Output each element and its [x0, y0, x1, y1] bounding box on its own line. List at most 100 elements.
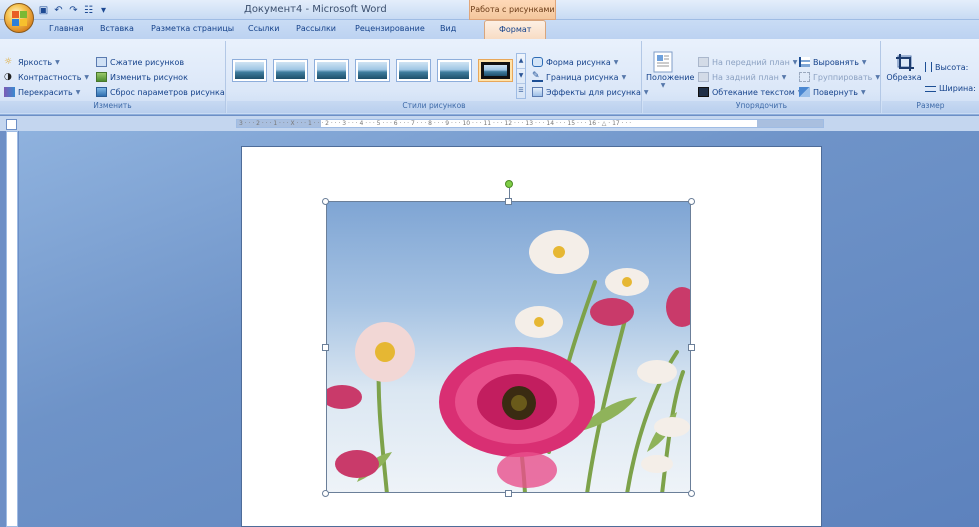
rotate-button[interactable]: Повернуть ▼	[799, 87, 866, 97]
reset-picture-button[interactable]: Сброс параметров рисунка	[96, 87, 225, 97]
save-icon[interactable]: ▣	[38, 5, 49, 16]
gallery-down-icon[interactable]: ▼	[517, 69, 525, 84]
position-label: Положение	[646, 73, 695, 82]
picture-tools-context-label: Работа с рисунками	[469, 0, 556, 20]
tab-view[interactable]: Вид	[440, 24, 456, 33]
group-objects-button[interactable]: Группировать ▼	[799, 72, 880, 82]
customize-qat-icon[interactable]: ▾	[98, 5, 109, 16]
tab-references[interactable]: Ссылки	[248, 24, 279, 33]
picture-border-label: Граница рисунка	[546, 72, 619, 82]
rotation-handle[interactable]	[505, 180, 513, 188]
picture-style-3[interactable]	[314, 59, 349, 82]
width-label: Ширина:	[939, 84, 976, 93]
resize-handle-top[interactable]	[505, 198, 512, 205]
picture-shape-button[interactable]: Форма рисунка ▼	[532, 57, 618, 67]
recolor-label: Перекрасить	[18, 87, 73, 97]
height-field[interactable]: Высота:	[925, 62, 968, 72]
recolor-icon	[4, 87, 15, 97]
group-picture-styles-label: Стили рисунков	[227, 101, 641, 113]
change-picture-icon	[96, 72, 107, 82]
align-button[interactable]: Выровнять ▼	[799, 57, 867, 67]
crop-label: Обрезка	[886, 73, 922, 82]
resize-handle-right[interactable]	[688, 344, 695, 351]
picture-style-5[interactable]	[396, 59, 431, 82]
contrast-icon: ◑	[4, 72, 12, 82]
undo-icon[interactable]: ↶	[53, 5, 64, 16]
rotate-label: Повернуть	[813, 87, 858, 97]
reset-picture-label: Сброс параметров рисунка	[110, 87, 225, 97]
compress-label: Сжатие рисунков	[110, 57, 185, 67]
flowers-illustration	[327, 230, 690, 492]
office-logo-icon	[12, 11, 27, 26]
title-bar: ▣ ↶ ↷ ☷ ▾ Документ4 - Microsoft Word Раб…	[0, 0, 979, 33]
picture-style-1[interactable]	[232, 59, 267, 82]
brightness-button[interactable]: ☼ Яркость ▼	[4, 57, 60, 67]
change-picture-button[interactable]: Изменить рисунок	[96, 72, 188, 82]
picture-style-6[interactable]	[437, 59, 472, 82]
crop-icon	[896, 54, 914, 71]
tab-selector-button[interactable]	[6, 119, 17, 130]
bring-to-front-button[interactable]: На передний план ▼	[698, 57, 797, 67]
resize-handle-left[interactable]	[322, 344, 329, 351]
gallery-up-icon[interactable]: ▲	[517, 54, 525, 69]
picture-style-7[interactable]	[478, 59, 513, 82]
horizontal-ruler[interactable]: 3 · · · 2 · · · 1 · · · X · · · 1 · · · …	[236, 119, 824, 128]
quick-access-toolbar: ▣ ↶ ↷ ☷ ▾	[38, 3, 109, 18]
position-icon	[653, 51, 673, 73]
picture-shape-icon	[532, 57, 543, 67]
position-button[interactable]: Положение ▼	[646, 51, 694, 99]
picture-style-2[interactable]	[273, 59, 308, 82]
text-wrapping-button[interactable]: Обтекание текстом▼	[698, 87, 802, 97]
change-picture-label: Изменить рисунок	[110, 72, 188, 82]
group-size-label: Размер	[882, 101, 979, 113]
ribbon-tabs: Главная Вставка Разметка страницы Ссылки…	[0, 20, 979, 39]
text-wrap-label: Обтекание текстом	[712, 87, 795, 97]
picture-style-4[interactable]	[355, 59, 390, 82]
send-back-label: На задний план	[712, 72, 779, 82]
picture-border-button[interactable]: ✎ Граница рисунка ▼	[532, 72, 626, 82]
contrast-label: Контрастность	[18, 72, 82, 82]
width-icon	[925, 85, 936, 92]
send-to-back-button[interactable]: На задний план ▼	[698, 72, 786, 82]
tab-page-layout[interactable]: Разметка страницы	[151, 24, 234, 33]
sun-icon: ☼	[4, 57, 13, 67]
bring-front-label: На передний план	[712, 57, 790, 67]
tab-format[interactable]: Формат	[484, 20, 547, 39]
reset-picture-icon	[96, 87, 107, 97]
compress-pictures-button[interactable]: Сжатие рисунков	[96, 57, 184, 67]
resize-handle-bottom[interactable]	[505, 490, 512, 497]
group-picture-styles: ▲ ▼ ☰ Форма рисунка ▼ ✎ Граница рисунка ▼ …	[227, 41, 649, 113]
resize-handle-top-right[interactable]	[688, 198, 695, 205]
picture-shape-label: Форма рисунка	[546, 57, 611, 67]
group-arrange-label: Упорядочить	[643, 101, 880, 113]
vertical-ruler[interactable]	[6, 131, 18, 527]
tab-review[interactable]: Рецензирование	[355, 24, 425, 33]
table-icon[interactable]: ☷	[83, 5, 94, 16]
tab-home[interactable]: Главная	[49, 24, 84, 33]
gallery-more-icon[interactable]: ☰	[517, 84, 525, 99]
ribbon: ☼ Яркость ▼ ◑ Контрастность ▼ Перекрасить ▼…	[0, 39, 979, 115]
flower-picture[interactable]	[326, 201, 691, 493]
ruler-bar: 3 · · · 2 · · · 1 · · · X · · · 1 · · · …	[0, 116, 979, 131]
window-title: Документ4 - Microsoft Word	[244, 4, 387, 15]
picture-effects-button[interactable]: Эффекты для рисунка ▼	[532, 87, 649, 97]
tab-mailings[interactable]: Рассылки	[296, 24, 336, 33]
height-label: Высота:	[935, 62, 969, 72]
group-arrange: Положение ▼ На передний план ▼ На задний …	[643, 41, 881, 113]
resize-handle-bottom-left[interactable]	[322, 490, 329, 497]
resize-handle-bottom-right[interactable]	[688, 490, 695, 497]
contrast-button[interactable]: ◑ Контрастность ▼	[4, 72, 89, 82]
text-wrap-icon	[698, 87, 709, 97]
tab-insert[interactable]: Вставка	[100, 24, 134, 33]
align-label: Выровнять	[813, 57, 859, 67]
group-icon	[799, 72, 810, 82]
send-back-icon	[698, 72, 709, 82]
styles-gallery-scroll[interactable]: ▲ ▼ ☰	[516, 53, 526, 99]
group-size: Обрезка Высота: Ширина: Размер	[882, 41, 979, 113]
width-field[interactable]: Ширина:	[925, 84, 976, 93]
recolor-button[interactable]: Перекрасить ▼	[4, 87, 80, 97]
resize-handle-top-left[interactable]	[322, 198, 329, 205]
redo-icon[interactable]: ↷	[68, 5, 79, 16]
crop-button[interactable]: Обрезка	[885, 53, 923, 82]
office-button[interactable]	[4, 3, 34, 33]
